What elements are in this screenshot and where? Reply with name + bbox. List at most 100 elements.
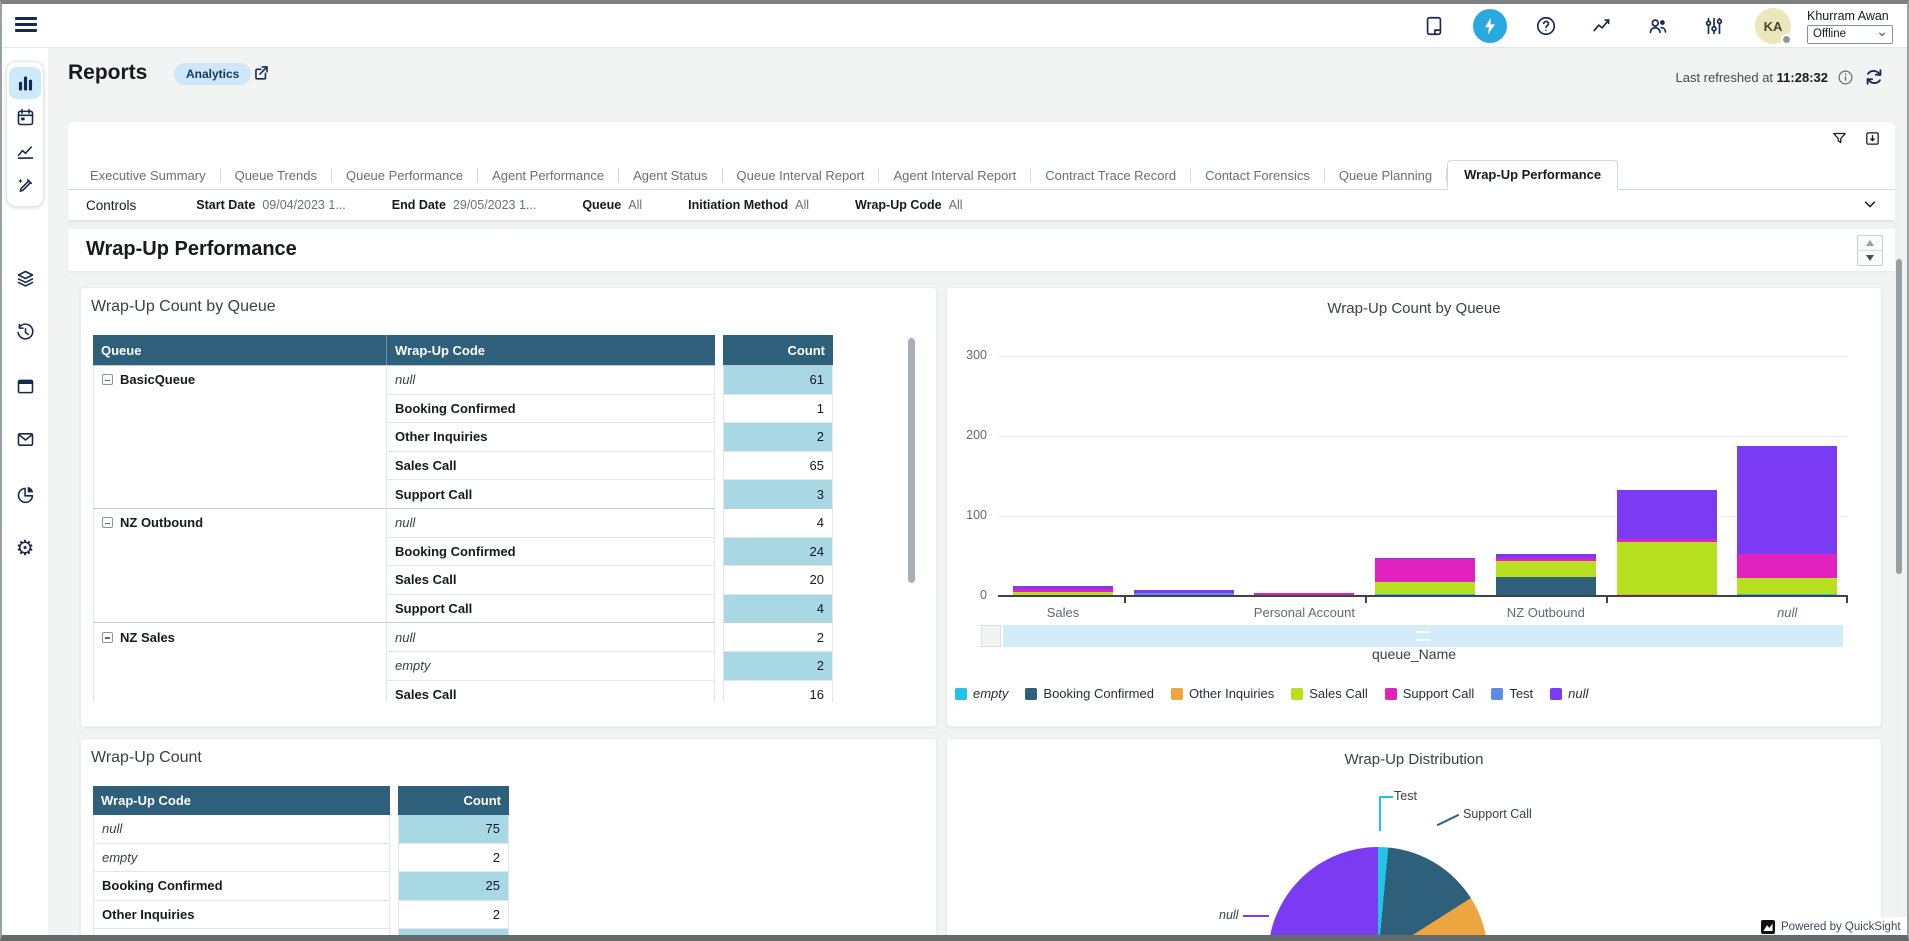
last-refreshed-time: 11:28:32 [1777,70,1828,85]
queue-cell: NZ Outbound [93,508,386,537]
refresh-icon[interactable] [1863,66,1885,88]
bar-segment-support-call [1737,554,1837,578]
sidebar: ⚙ [2,48,48,935]
sidebar-item-design-icon[interactable] [9,169,41,201]
legend-item-empty[interactable]: empty [955,686,1008,701]
sidebar-item-pie-chart-icon[interactable] [9,478,41,510]
axis-scrollbar[interactable] [1003,625,1843,647]
legend-item-booking-confirmed[interactable]: Booking Confirmed [1025,686,1154,701]
queue-cell [93,537,386,566]
table-row: Booking Confirmed24 [93,537,834,566]
bar-null[interactable] [1737,446,1837,596]
legend-item-test[interactable]: Test [1491,686,1533,701]
wrapup-code-cell: Booking Confirmed [386,537,715,566]
column-header[interactable]: Queue [93,335,386,365]
pie-slice-label: Support Call [1463,807,1532,821]
column-gap [715,479,723,508]
bar-unlabeled-3[interactable] [1375,558,1475,596]
legend-item-null[interactable]: null [1550,686,1588,701]
axis-scrollbar-handle[interactable] [981,625,1001,647]
tab-queue-planning[interactable]: Queue Planning [1325,162,1446,189]
lightning-icon[interactable] [1473,9,1507,43]
y-axis-tick-label: 0 [949,588,987,602]
sidebar-item-history-icon[interactable] [9,316,41,348]
queue-cell [93,594,386,623]
tab-queue-trends[interactable]: Queue Trends [221,162,331,189]
bar-nz-outbound[interactable] [1496,554,1596,596]
control-start-date[interactable]: Start Date09/04/2023 1... [196,198,345,212]
control-queue[interactable]: QueueAll [582,198,642,212]
people-icon[interactable] [1641,9,1675,43]
help-icon[interactable] [1529,9,1563,43]
bar-unlabeled-5[interactable] [1617,490,1717,596]
table-row: Sales Call20 [93,565,834,594]
tab-contact-forensics[interactable]: Contact Forensics [1191,162,1324,189]
controls-label: Controls [86,198,136,213]
sidebar-item-layers-icon[interactable] [9,262,41,294]
x-axis-line [998,595,1848,597]
wrapup-code-cell: empty [386,651,715,680]
export-icon[interactable] [1864,130,1881,147]
hamburger-menu-icon[interactable] [15,17,37,33]
filter-icon[interactable] [1831,130,1848,147]
external-link-icon[interactable] [252,63,271,87]
column-header[interactable]: Wrap-Up Code [386,335,715,365]
table-row: Booking Confirmed1 [93,394,834,423]
bar-segment-booking-confirmed [1496,577,1596,596]
status-select[interactable]: Offline [1807,25,1893,44]
wrapup-code-cell: null [386,622,715,651]
note-icon[interactable] [1417,9,1451,43]
sidebar-item-mail-icon[interactable] [9,423,41,455]
tab-wrap-up-performance[interactable]: Wrap-Up Performance [1447,160,1618,190]
queue-cell [93,451,386,480]
controls-collapse-chevron[interactable] [1861,195,1879,218]
tab-agent-performance[interactable]: Agent Performance [478,162,618,189]
sidebar-item-bar-chart-icon[interactable] [9,67,41,99]
tab-queue-performance[interactable]: Queue Performance [332,162,477,189]
sliders-icon[interactable] [1697,9,1731,43]
queue-cell [93,422,386,451]
control-end-date[interactable]: End Date29/05/2023 1... [392,198,537,212]
control-initiation-method[interactable]: Initiation MethodAll [688,198,809,212]
count-cell: 2 [723,622,833,651]
pie-chart[interactable] [1268,847,1488,941]
legend-swatch [1171,688,1183,700]
pie-slice-label: Test [1394,789,1417,803]
tab-queue-interval-report[interactable]: Queue Interval Report [723,162,879,189]
collapse-expander[interactable] [102,517,113,528]
sidebar-item-gear-icon[interactable]: ⚙ [9,532,41,564]
collapse-expander[interactable] [102,632,113,643]
column-gap [715,365,723,394]
tab-agent-interval-report[interactable]: Agent Interval Report [879,162,1030,189]
queue-cell: BasicQueue [93,365,386,394]
avatar[interactable]: KA [1755,8,1791,44]
control-value: 29/05/2023 1... [453,198,536,212]
column-gap [715,451,723,480]
info-icon[interactable] [1837,69,1854,86]
count-cell: 16 [723,680,833,702]
control-wrap-up-code[interactable]: Wrap-Up CodeAll [855,198,962,212]
sidebar-item-line-chart-icon[interactable] [9,135,41,167]
table-row: Booking Confirmed25 [93,872,510,901]
x-axis-tick-label: NZ Outbound [1507,605,1585,620]
legend-item-other-inquiries[interactable]: Other Inquiries [1171,686,1274,701]
pie-label-line [1379,796,1393,798]
tab-contract-trace-record[interactable]: Contract Trace Record [1031,162,1190,189]
page-scrollbar-thumb[interactable] [1896,259,1902,574]
stepper-down-button[interactable] [1858,250,1882,265]
legend-item-support-call[interactable]: Support Call [1385,686,1475,701]
table-scrollbar[interactable] [908,338,915,583]
column-header[interactable]: Count [723,335,833,365]
legend-item-sales-call[interactable]: Sales Call [1291,686,1368,701]
collapse-expander[interactable] [102,374,113,385]
page-title: Reports [68,61,147,85]
sidebar-item-calendar-icon[interactable] [9,101,41,133]
stepper-up-button[interactable] [1858,236,1882,250]
table-row: Sales Call16 [93,680,834,702]
column-header[interactable]: Wrap-Up Code [93,786,390,815]
sidebar-item-window-icon[interactable] [9,370,41,402]
tab-executive-summary[interactable]: Executive Summary [76,162,220,189]
metrics-icon[interactable] [1585,9,1619,43]
column-header[interactable]: Count [398,786,509,815]
tab-agent-status[interactable]: Agent Status [619,162,721,189]
